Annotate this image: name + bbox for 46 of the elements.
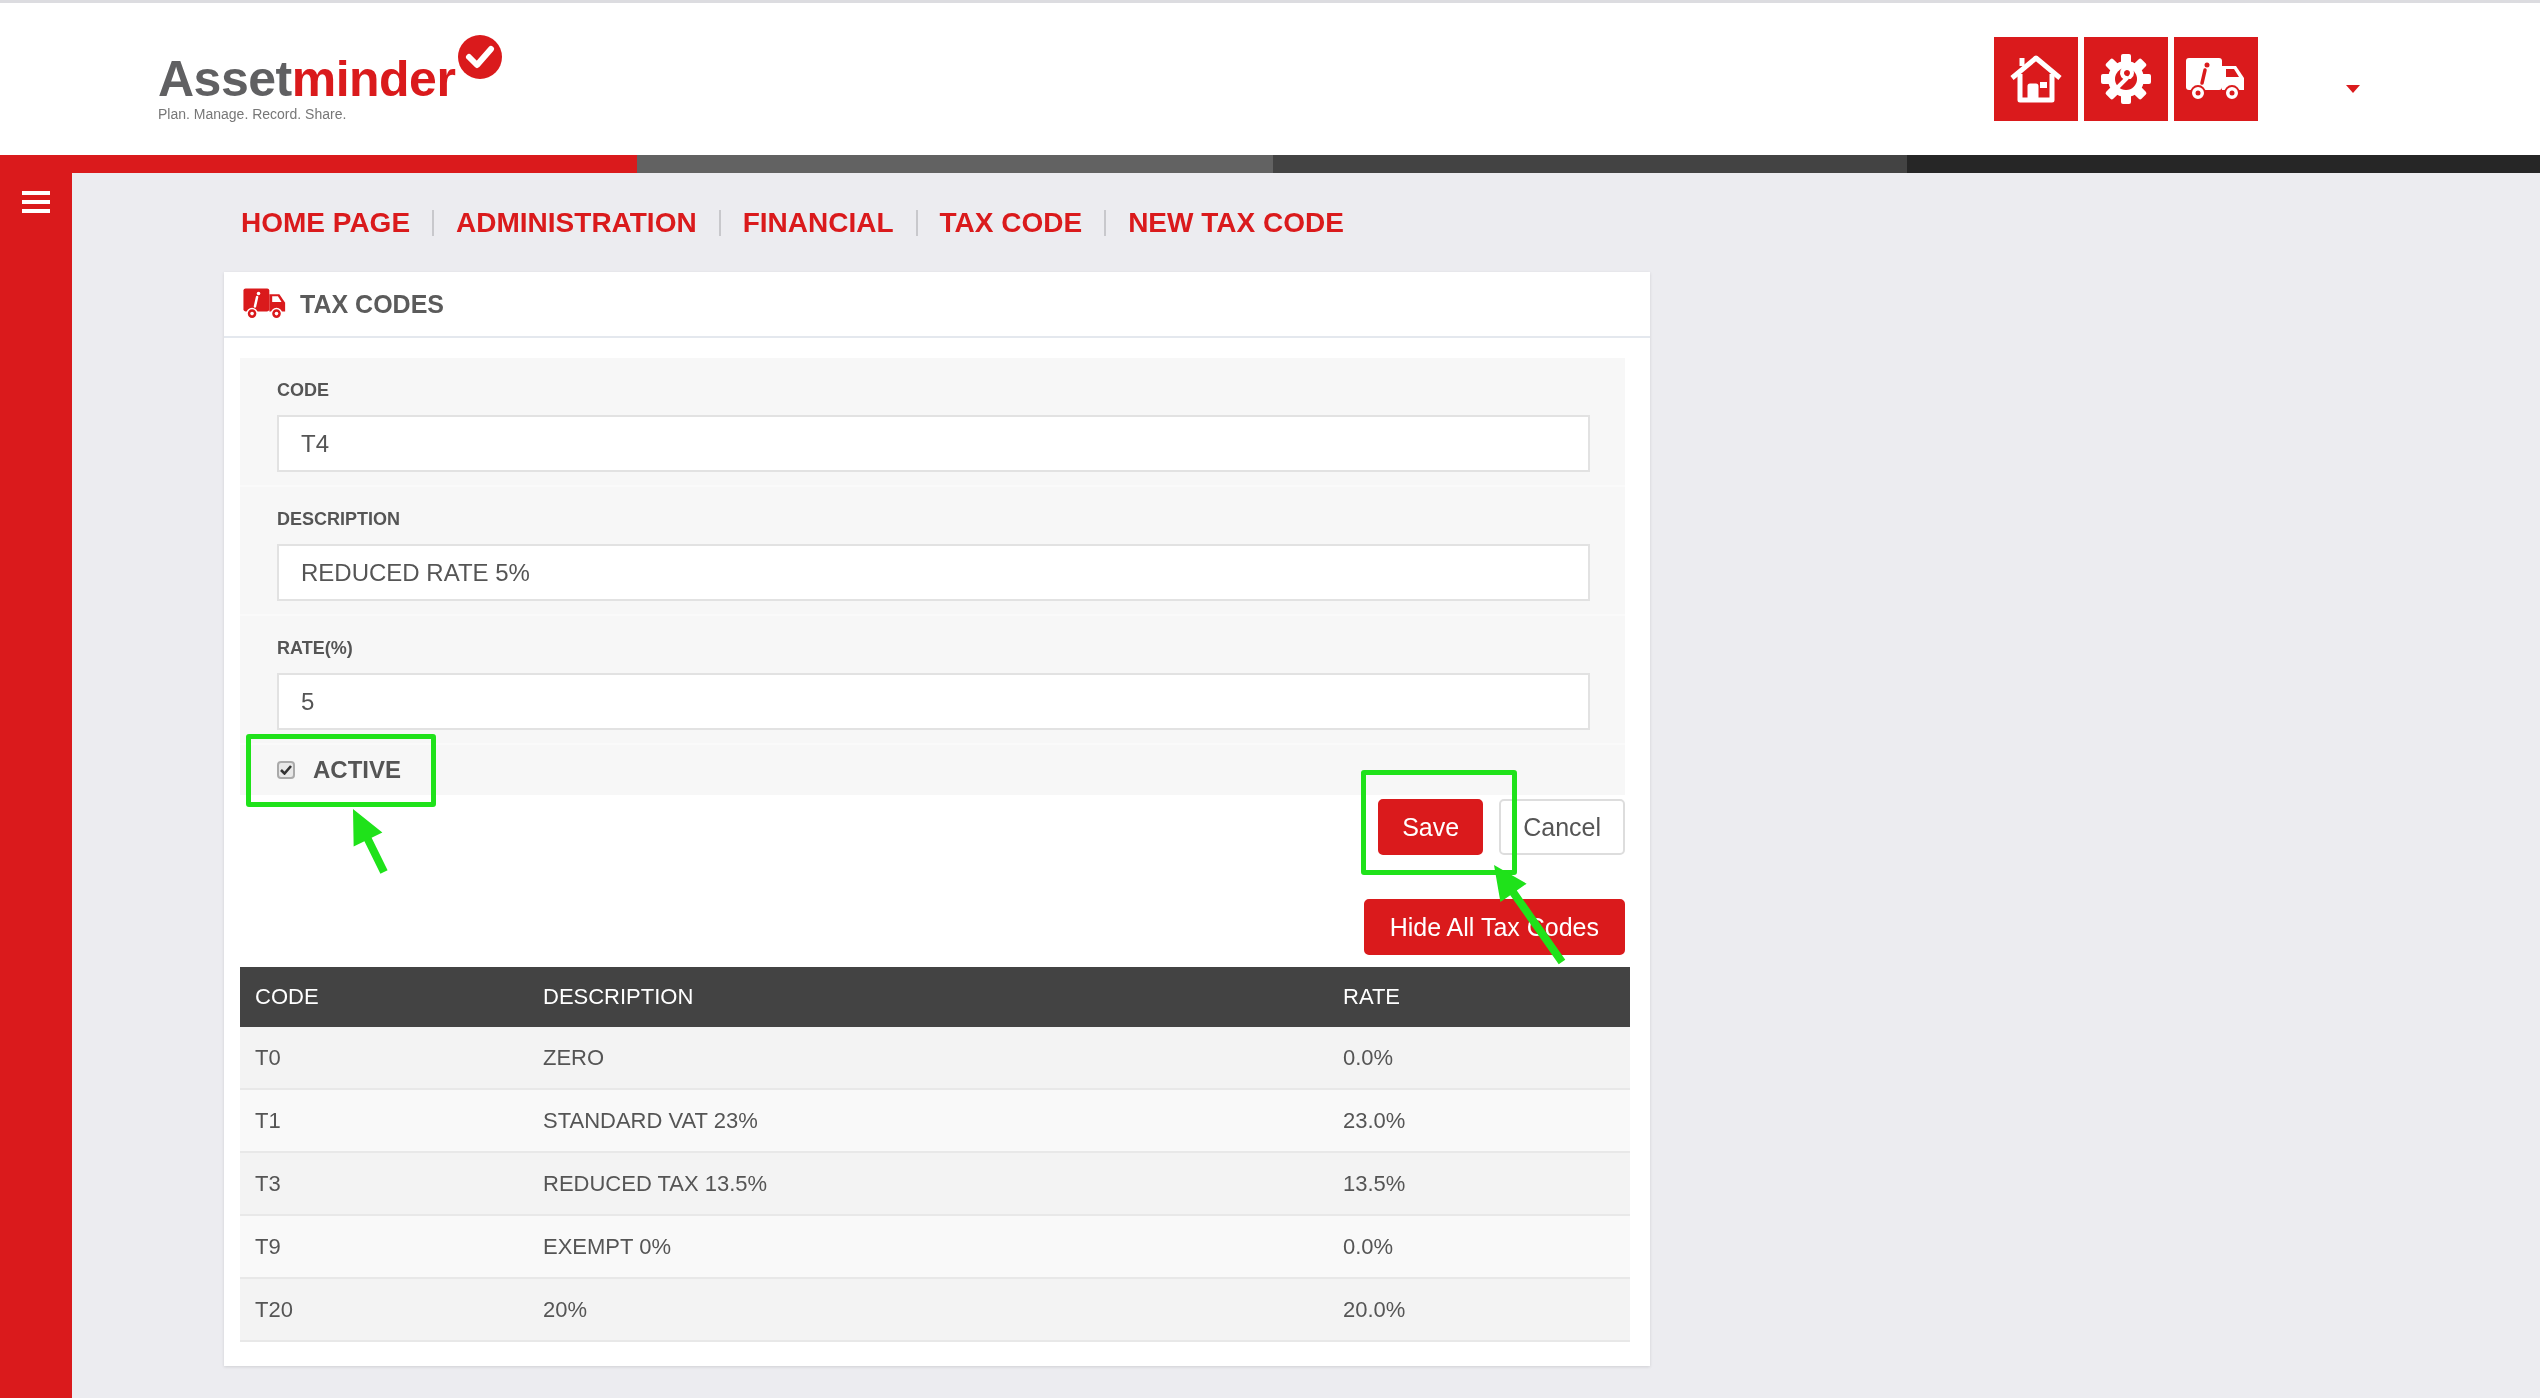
truck-info-icon [242, 287, 288, 321]
cancel-button[interactable]: Cancel [1499, 799, 1625, 855]
column-header: DESCRIPTION [528, 967, 1328, 1027]
field-label: CODE [277, 380, 330, 401]
text-input[interactable]: REDUCED RATE 5% [277, 544, 1590, 601]
column-header: RATE [1328, 967, 1630, 1027]
table-cell: STANDARD VAT 23% [528, 1089, 1328, 1152]
breadcrumb-link[interactable]: HOME PAGE [241, 207, 411, 239]
table-cell: ZERO [528, 1027, 1328, 1089]
card-title: TAX CODES [300, 289, 444, 319]
settings-button[interactable] [2084, 37, 2168, 121]
table-cell: 0.0% [1328, 1027, 1630, 1089]
breadcrumb-link[interactable]: FINANCIAL [742, 207, 894, 239]
table-cell: T9 [240, 1215, 528, 1278]
home-button[interactable] [1994, 37, 2078, 121]
text-input[interactable]: 5 [277, 673, 1590, 730]
dropdown-caret-icon[interactable] [2346, 85, 2360, 93]
table-cell: EXEMPT 0% [528, 1215, 1328, 1278]
active-checkbox[interactable] [277, 761, 295, 779]
breadcrumb-link[interactable]: NEW TAX CODE [1128, 207, 1344, 239]
home-icon [2008, 54, 2064, 104]
table-cell: 23.0% [1328, 1089, 1630, 1152]
table-cell: T1 [240, 1089, 528, 1152]
vehicle-info-button[interactable] [2174, 37, 2258, 121]
breadcrumb-link[interactable]: ADMINISTRATION [456, 207, 697, 239]
table-cell: T3 [240, 1152, 528, 1215]
table-cell: 20% [528, 1278, 1328, 1341]
logo-tagline: Plan. Manage. Record. Share. [158, 106, 348, 122]
field-label: DESCRIPTION [277, 509, 401, 530]
text-input[interactable]: T4 [277, 415, 1590, 472]
table-cell: 20.0% [1328, 1278, 1630, 1341]
menu-icon[interactable] [22, 191, 50, 213]
annotation-arrow [353, 809, 388, 874]
table-cell: REDUCED TAX 13.5% [528, 1152, 1328, 1215]
table-cell: 0.0% [1328, 1215, 1630, 1278]
breadcrumb-link[interactable]: TAX CODE [939, 207, 1083, 239]
field-label: RATE(%) [277, 638, 354, 659]
table-cell: 13.5% [1328, 1152, 1630, 1215]
check-badge-icon [457, 34, 504, 80]
gear-wrench-icon [2100, 53, 2152, 105]
table-cell: T20 [240, 1278, 528, 1341]
save-button[interactable]: Save [1378, 799, 1484, 855]
logo-wordmark: Assetminder [158, 54, 456, 104]
column-header: CODE [240, 967, 528, 1027]
checkbox-label: ACTIVE [313, 756, 401, 784]
table-cell: T0 [240, 1027, 528, 1089]
